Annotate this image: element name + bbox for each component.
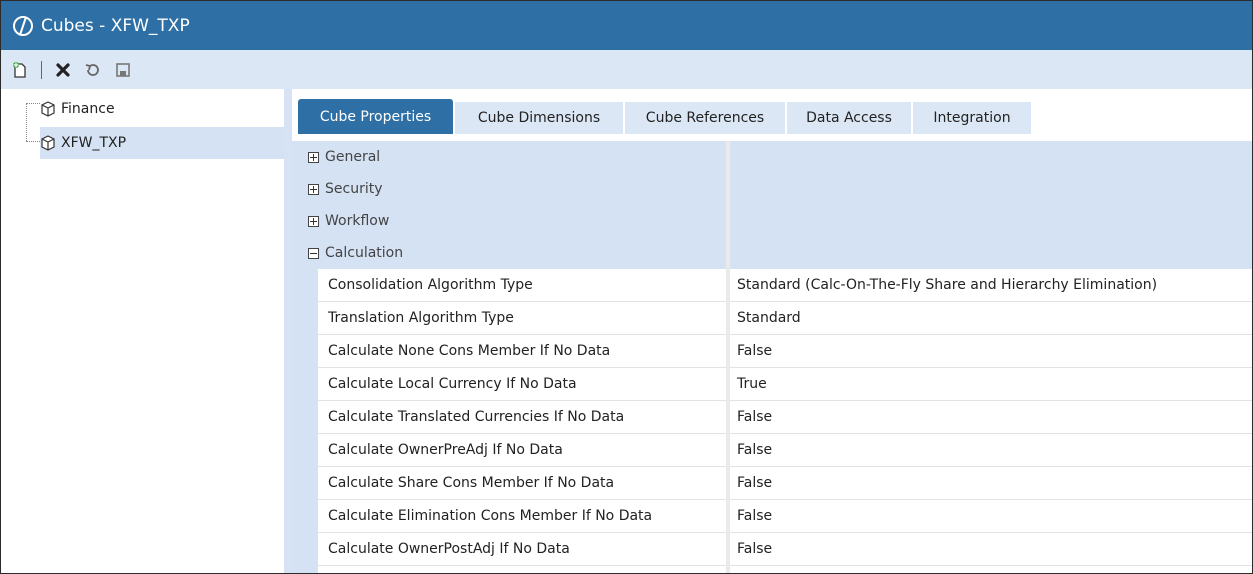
category-indent: [292, 269, 318, 573]
property-row[interactable]: Translation Algorithm Type Standard: [318, 302, 1252, 335]
title-bar: Cubes - XFW_TXP: [1, 1, 1252, 50]
property-value[interactable]: True: [737, 368, 767, 400]
category-label: Workflow: [325, 213, 390, 229]
toolbar-separator: [41, 60, 42, 79]
delete-icon[interactable]: [52, 59, 74, 81]
property-name: Calculate Local Currency If No Data: [328, 376, 577, 392]
property-grid: General Security Workflow Calculation Co…: [292, 141, 1252, 573]
property-value[interactable]: False: [737, 533, 772, 565]
toolbar: [1, 50, 1252, 89]
tab-data-access[interactable]: Data Access: [787, 102, 911, 134]
cube-details-panel: Cube Properties Cube Dimensions Cube Ref…: [292, 89, 1252, 573]
property-name: Translation Algorithm Type: [328, 310, 514, 326]
property-name: Calculate Translated Currencies If No Da…: [328, 409, 625, 425]
property-name: Consolidation Algorithm Type: [328, 277, 533, 293]
tab-cube-properties[interactable]: Cube Properties: [298, 99, 453, 134]
expand-icon[interactable]: [308, 151, 319, 163]
tree-item-label: XFW_TXP: [61, 135, 127, 151]
property-row[interactable]: Consolidation Algorithm Type Standard (C…: [318, 269, 1252, 302]
property-value[interactable]: Standard (Calc-On-The-Fly Share and Hier…: [737, 269, 1157, 301]
property-row[interactable]: Calculate None Cons Member If No Data Fa…: [318, 335, 1252, 368]
cube-icon: [40, 135, 56, 151]
category-background: [730, 141, 1252, 269]
property-row[interactable]: Calculate Local Currency If No Data True: [318, 368, 1252, 401]
property-row[interactable]: Calculate Translated Currencies If No Da…: [318, 401, 1252, 434]
property-value[interactable]: Standard: [737, 302, 801, 334]
category-workflow[interactable]: Workflow: [292, 205, 726, 237]
property-value[interactable]: False: [737, 335, 772, 367]
category-label: Security: [325, 181, 383, 197]
cube-tree-panel: Finance XFW_TXP: [1, 89, 284, 573]
property-value[interactable]: False: [737, 500, 772, 532]
tree-connector: [26, 141, 40, 142]
tab-strip: Cube Properties Cube Dimensions Cube Ref…: [292, 89, 1252, 141]
category-general[interactable]: General: [292, 141, 726, 173]
property-name: Calculate OwnerPostAdj If No Data: [328, 541, 570, 557]
tab-cube-references[interactable]: Cube References: [625, 102, 785, 134]
column-separator[interactable]: [726, 141, 730, 573]
tree-item-finance[interactable]: Finance: [40, 93, 240, 125]
category-label: Calculation: [325, 245, 404, 261]
property-name: Calculate None Cons Member If No Data: [328, 343, 611, 359]
property-name: Calculate OwnerPreAdj If No Data: [328, 442, 563, 458]
tab-cube-dimensions[interactable]: Cube Dimensions: [455, 102, 623, 134]
panel-splitter[interactable]: [284, 89, 292, 573]
property-value[interactable]: False: [737, 401, 772, 433]
tab-integration[interactable]: Integration: [913, 102, 1031, 134]
property-row[interactable]: Calculate OwnerPreAdj If No Data False: [318, 434, 1252, 467]
expand-icon[interactable]: [308, 183, 319, 195]
property-name: Calculate Share Cons Member If No Data: [328, 475, 615, 491]
property-row[interactable]: Calculate OwnerPostAdj If No Data False: [318, 533, 1252, 566]
new-icon[interactable]: [9, 59, 31, 81]
tree-connector: [26, 103, 27, 141]
app-logo-icon: [11, 14, 35, 38]
property-row[interactable]: Calculate Elimination Cons Member If No …: [318, 500, 1252, 533]
window-title: Cubes - XFW_TXP: [41, 15, 190, 36]
collapse-icon[interactable]: [308, 247, 319, 259]
property-value[interactable]: False: [737, 467, 772, 499]
refresh-icon[interactable]: [82, 59, 104, 81]
save-icon[interactable]: [112, 59, 134, 81]
tree-item-xfw-txp[interactable]: XFW_TXP: [40, 127, 284, 159]
property-value[interactable]: False: [737, 434, 772, 466]
tree-connector: [26, 103, 40, 104]
property-row[interactable]: Calculate Share Cons Member If No Data F…: [318, 467, 1252, 500]
expand-icon[interactable]: [308, 215, 319, 227]
category-calculation[interactable]: Calculation: [292, 237, 726, 269]
tree-item-label: Finance: [61, 101, 115, 117]
category-label: General: [325, 149, 381, 165]
window-frame: Cubes - XFW_TXP Finance XFW_TXP Cube Pro…: [0, 0, 1253, 574]
cube-icon: [40, 101, 56, 117]
property-name: Calculate Elimination Cons Member If No …: [328, 508, 653, 524]
category-security[interactable]: Security: [292, 173, 726, 205]
